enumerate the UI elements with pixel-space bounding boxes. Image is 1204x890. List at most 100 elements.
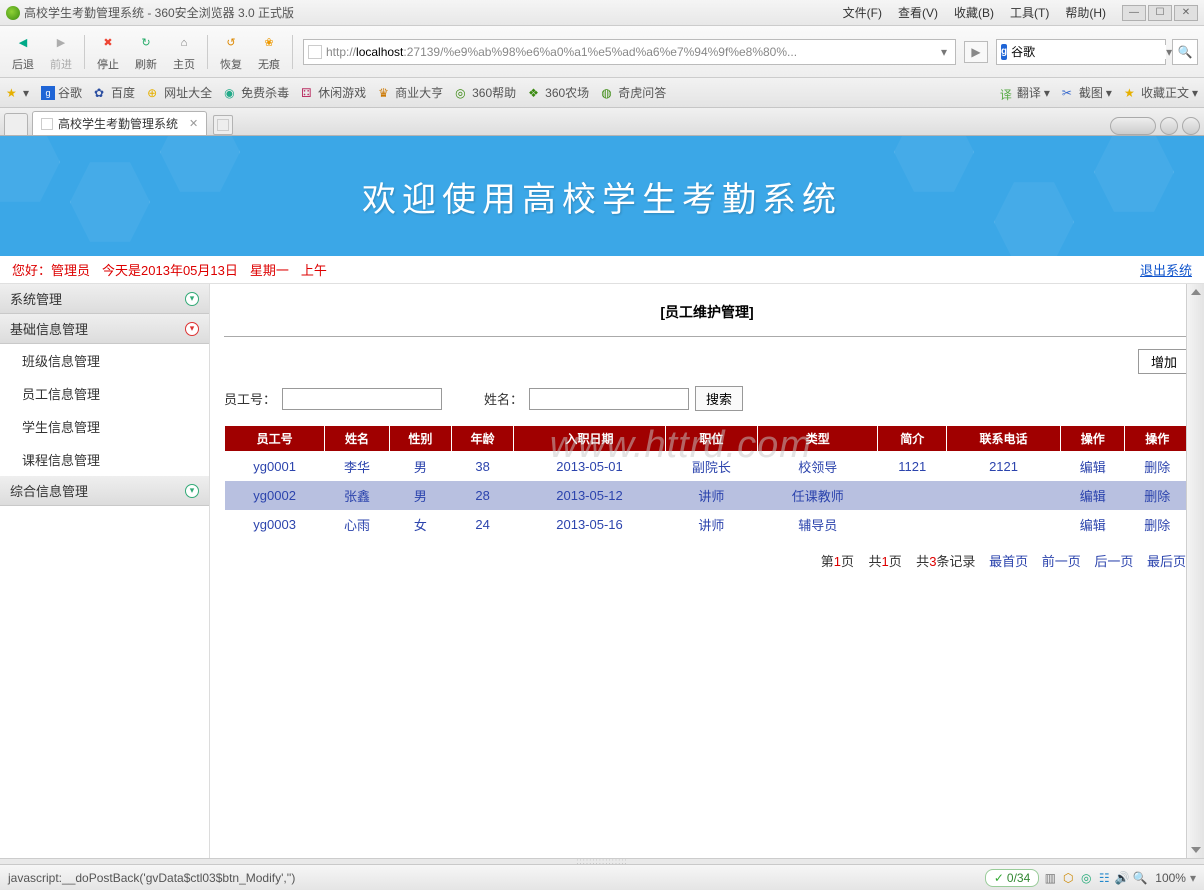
staff-id-input[interactable] — [282, 388, 442, 410]
sidebar-item-student[interactable]: 学生信息管理 — [0, 410, 209, 443]
translate-button[interactable]: 译翻译 ▾ — [1000, 84, 1050, 101]
cell-age: 24 — [452, 510, 514, 539]
tab-min-button[interactable] — [1160, 117, 1178, 135]
col-type: 类型 — [758, 426, 878, 452]
col-sex: 性别 — [389, 426, 451, 452]
sidebar-menu-system[interactable]: 系统管理 ▾ — [0, 284, 209, 314]
scrollbar-vertical[interactable] — [1186, 284, 1204, 858]
dropdown-icon[interactable]: ▾ — [941, 45, 947, 59]
forward-button[interactable]: ▶前进 — [44, 32, 78, 72]
cell-date: 2013-05-16 — [514, 510, 665, 539]
pager-next[interactable]: 后一页 — [1094, 554, 1133, 569]
search-button[interactable]: 搜索 — [695, 386, 743, 411]
leaf-icon: ❖ — [528, 86, 542, 100]
expand-icon: ▾ — [185, 292, 199, 306]
tab-title: 高校学生考勤管理系统 — [58, 115, 178, 132]
divider — [224, 336, 1190, 337]
del-link[interactable]: 删除 — [1144, 489, 1170, 504]
search-input[interactable] — [1011, 45, 1166, 59]
edit-link[interactable]: 编辑 — [1080, 518, 1106, 533]
menu-label: 基础信息管理 — [10, 319, 88, 338]
separator — [292, 35, 293, 69]
home-button[interactable]: ⌂主页 — [167, 32, 201, 72]
maximize-button[interactable]: ☐ — [1148, 5, 1172, 21]
status-icon[interactable]: ⬡ — [1061, 871, 1075, 885]
name-input[interactable] — [529, 388, 689, 410]
pager-first[interactable]: 最首页 — [989, 554, 1028, 569]
bookmark-qihoo[interactable]: ◍奇虎问答 — [601, 84, 666, 101]
tab-close-all-button[interactable] — [1182, 117, 1200, 135]
edit-link[interactable]: 编辑 — [1080, 489, 1106, 504]
edit-link[interactable]: 编辑 — [1080, 460, 1106, 475]
bookmark-baidu[interactable]: ✿百度 — [94, 84, 135, 101]
sidebar-item-staff[interactable]: 员工信息管理 — [0, 377, 209, 410]
bookmark-google[interactable]: g谷歌 — [41, 84, 82, 101]
add-button[interactable]: 增加 — [1138, 349, 1190, 374]
zoom-icon[interactable]: 🔍 — [1133, 871, 1147, 885]
restore-button[interactable]: ↺恢复 — [214, 32, 248, 72]
screenshot-button[interactable]: ✂截图 ▾ — [1062, 84, 1112, 101]
tab-active[interactable]: 高校学生考勤管理系统 ✕ — [32, 111, 207, 135]
pane-resizer[interactable]: :::::::::::::::: — [0, 858, 1204, 864]
tab-close-icon[interactable]: ✕ — [189, 117, 198, 130]
cell-edit: 编辑 — [1060, 481, 1124, 510]
favtext-button[interactable]: ★收藏正文 ▾ — [1124, 84, 1198, 101]
bm-label: 360农场 — [545, 84, 589, 101]
search-button[interactable]: 🔍 — [1172, 39, 1198, 65]
bookmark-games[interactable]: ⚃休闲游戏 — [301, 84, 366, 101]
status-icon[interactable]: ▥ — [1043, 871, 1057, 885]
del-link[interactable]: 删除 — [1144, 460, 1170, 475]
sidebar-menu-comprehensive[interactable]: 综合信息管理 ▾ — [0, 476, 209, 506]
bookmark-360help[interactable]: ◎360帮助 — [455, 84, 516, 101]
sidebar-item-course[interactable]: 课程信息管理 — [0, 443, 209, 476]
minimize-button[interactable]: — — [1122, 5, 1146, 21]
bookmark-navsite[interactable]: ⊕网址大全 — [147, 84, 212, 101]
bookmarks-star[interactable]: ★▾ — [6, 86, 29, 100]
back-button[interactable]: ◀后退 — [6, 32, 40, 72]
browser-favicon — [6, 6, 20, 20]
pager-text: 共 — [916, 554, 929, 569]
menu-file[interactable]: 文件(F) — [843, 4, 882, 21]
block-count-pill[interactable]: ✓0/34 — [985, 869, 1039, 887]
bookmark-antivirus[interactable]: ◉免费杀毒 — [224, 84, 289, 101]
table-row: yg0002张鑫男282013-05-12讲师任课教师编辑删除 — [225, 481, 1190, 510]
pager-prev[interactable]: 前一页 — [1042, 554, 1081, 569]
google-icon: g — [41, 86, 55, 100]
zoom-dropdown-icon[interactable]: ▾ — [1190, 871, 1196, 885]
menu-tools[interactable]: 工具(T) — [1010, 4, 1049, 21]
menu-view[interactable]: 查看(V) — [898, 4, 938, 21]
search-icon: 🔍 — [1178, 45, 1193, 59]
refresh-button[interactable]: ↻刷新 — [129, 32, 163, 72]
status-icon[interactable]: ◎ — [1079, 871, 1093, 885]
bm-label: 谷歌 — [58, 84, 82, 101]
menu-favorites[interactable]: 收藏(B) — [954, 4, 994, 21]
cell-intro: 1121 — [878, 452, 947, 482]
bookmark-business[interactable]: ♛商业大亨 — [378, 84, 443, 101]
logout-link[interactable]: 退出系统 — [1140, 260, 1192, 279]
incognito-button[interactable]: ❀无痕 — [252, 32, 286, 72]
scissors-icon: ✂ — [1062, 86, 1076, 100]
status-icon[interactable]: ☷ — [1097, 871, 1111, 885]
date-label: 今天是2013年05月13日 — [102, 260, 238, 279]
pager-last[interactable]: 最后页 — [1147, 554, 1186, 569]
close-button[interactable]: ✕ — [1174, 5, 1198, 21]
menu-help[interactable]: 帮助(H) — [1065, 4, 1106, 21]
del-link[interactable]: 删除 — [1144, 518, 1170, 533]
top-action-row: 增加 — [224, 349, 1190, 374]
address-bar[interactable]: http://localhost:27139/%e9%ab%98%e6%a0%a… — [303, 39, 956, 65]
table-row: yg0003心雨女242013-05-16讲师辅导员编辑删除 — [225, 510, 1190, 539]
stop-button[interactable]: ✖停止 — [91, 32, 125, 72]
go-button[interactable]: ▶ — [964, 41, 988, 63]
cell-intro — [878, 510, 947, 539]
new-tab-button[interactable] — [213, 115, 233, 135]
cell-name: 李华 — [325, 452, 389, 482]
sidebar-menu-basic[interactable]: 基础信息管理 ▾ — [0, 314, 209, 344]
bookmark-360farm[interactable]: ❖360农场 — [528, 84, 589, 101]
tab-sidebar-toggle[interactable] — [4, 113, 28, 135]
tab-collapse-button[interactable] — [1110, 117, 1156, 135]
status-icon[interactable]: 🔊 — [1115, 871, 1129, 885]
status-bar: javascript:__doPostBack('gvData$ctl03$bt… — [0, 864, 1204, 890]
sidebar-item-class[interactable]: 班级信息管理 — [0, 344, 209, 377]
search-box[interactable]: g ▾ — [996, 39, 1166, 65]
cell-edit: 编辑 — [1060, 452, 1124, 482]
